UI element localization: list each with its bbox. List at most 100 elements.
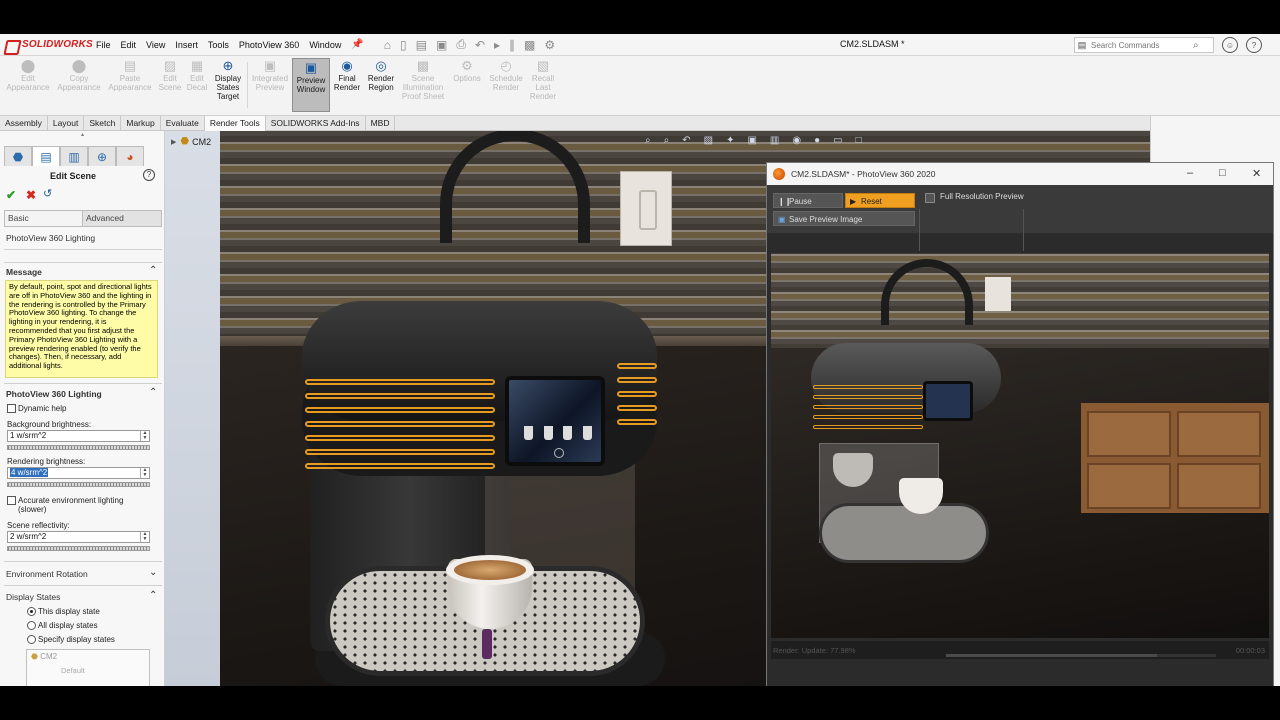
view-settings-icon[interactable]: □ <box>856 135 862 146</box>
help-icon[interactable]: ? <box>1246 37 1262 53</box>
apply-scene-icon[interactable]: ▭ <box>833 135 842 146</box>
maximize-icon[interactable]: □ <box>1219 167 1226 179</box>
open-folder-icon[interactable]: ▤ <box>416 38 427 52</box>
chevron-up-icon[interactable]: ⌃ <box>149 265 157 276</box>
panel-collapse-handle[interactable]: ▴ <box>0 131 164 138</box>
tab-basic[interactable]: Basic <box>5 211 83 226</box>
tab-sketch[interactable]: Sketch <box>84 116 122 131</box>
zoom-to-fit-icon[interactable]: ⌕ <box>645 135 651 146</box>
scene-reflectivity-field[interactable]: 2 w/srm^2 ▲ ▼ <box>7 531 150 543</box>
accurate-lighting-checkbox[interactable] <box>7 496 16 505</box>
tab-mbd[interactable]: MBD <box>366 116 396 131</box>
menu-view[interactable]: View <box>146 40 165 50</box>
property-manager-tab-icon[interactable]: ▤ <box>32 146 60 166</box>
options-button[interactable]: ⚙ Options <box>450 59 484 84</box>
edit-appearance-icon[interactable]: ● <box>814 135 820 146</box>
home-icon[interactable]: ⌂ <box>384 38 391 52</box>
tab-solidworks-addins[interactable]: SOLIDWORKS Add-Ins <box>266 116 366 131</box>
display-manager-tab-icon[interactable]: ◕ <box>116 146 144 166</box>
search-commands[interactable]: ▤ ⌕ <box>1074 37 1214 53</box>
specify-display-states-radio[interactable] <box>27 635 36 644</box>
full-resolution-checkbox[interactable] <box>925 193 935 203</box>
menu-edit[interactable]: Edit <box>121 40 137 50</box>
photoview-title-bar[interactable]: CM2.SLDASM* - PhotoView 360 2020 – □ ✕ <box>767 163 1273 185</box>
close-icon[interactable]: ✕ <box>1252 167 1261 180</box>
dynamic-help-checkbox[interactable] <box>7 404 16 413</box>
lighting-header[interactable]: PhotoView 360 Lighting <box>6 389 102 399</box>
chevron-up-icon[interactable]: ⌃ <box>149 387 157 398</box>
tab-render-tools[interactable]: Render Tools <box>204 116 266 131</box>
hide-show-icon[interactable]: ◉ <box>792 135 801 146</box>
save-preview-button[interactable]: ▣ Save Preview Image <box>773 211 915 226</box>
spin-arrows-icon[interactable]: ▲ ▼ <box>140 431 149 441</box>
dynamic-annotation-icon[interactable]: ✦ <box>726 135 734 146</box>
user-icon[interactable]: ☺ <box>1222 37 1238 53</box>
edit-decal-button[interactable]: ▦ Edit Decal <box>186 59 208 93</box>
feature-manager-tab-icon[interactable]: ⬣ <box>4 146 32 166</box>
expand-arrow-icon[interactable]: ▶ <box>171 138 176 146</box>
menu-file[interactable]: File <box>96 40 111 50</box>
tab-assembly[interactable]: Assembly <box>0 116 48 131</box>
select-arrow-icon[interactable]: ▸ <box>494 38 500 52</box>
view-orientation-icon[interactable]: ▣ <box>747 135 756 146</box>
schedule-render-button[interactable]: ◴ Schedule Render <box>488 59 524 93</box>
tree-root-item[interactable]: ▶ ⬣ CM2 <box>171 136 211 147</box>
rendering-brightness-field[interactable]: 4 w/srm^2 ▲ ▼ <box>7 467 150 479</box>
menu-tools[interactable]: Tools <box>208 40 229 50</box>
paste-appearance-button[interactable]: ▤ Paste Appearance <box>107 59 153 93</box>
print-icon[interactable]: ⎙ <box>456 37 466 52</box>
copy-appearance-button[interactable]: ⬤ Copy Appearance <box>56 59 102 93</box>
new-document-icon[interactable]: ▯ <box>400 38 407 52</box>
save-icon[interactable]: ▣ <box>436 38 447 52</box>
solidworks-logo[interactable]: SOLIDWORKS <box>4 38 96 52</box>
pause-button[interactable]: ❙❙ Pause <box>773 193 843 208</box>
final-render-button[interactable]: ◉ Final Render <box>333 59 361 93</box>
section-view-icon[interactable]: ▧ <box>704 135 713 146</box>
render-region-button[interactable]: ◎ Render Region <box>365 59 397 93</box>
tab-evaluate[interactable]: Evaluate <box>161 116 205 131</box>
options-gear-icon[interactable]: ⚙ <box>544 38 555 52</box>
scene-illumination-button[interactable]: ▩ Scene Illumination Proof Sheet <box>400 59 446 102</box>
background-brightness-field[interactable]: 1 w/srm^2 ▲ ▼ <box>7 430 150 442</box>
menu-photoview[interactable]: PhotoView 360 <box>239 40 299 50</box>
recall-last-render-button[interactable]: ▧ Recall Last Render <box>528 59 558 102</box>
configuration-manager-tab-icon[interactable]: ▥ <box>60 146 88 166</box>
search-icon[interactable]: ⌕ <box>1193 40 1199 51</box>
scene-reflectivity-slider[interactable] <box>7 546 150 551</box>
undo-icon[interactable]: ↺ <box>43 187 52 200</box>
chevron-up-icon[interactable]: ⌃ <box>149 590 157 601</box>
spin-arrows-icon[interactable]: ▲ ▼ <box>140 532 149 542</box>
zoom-area-icon[interactable]: ⌕ <box>664 135 670 146</box>
dimxpert-tab-icon[interactable]: ⊕ <box>88 146 116 166</box>
minimize-icon[interactable]: – <box>1187 167 1193 179</box>
menu-window[interactable]: Window <box>309 40 341 50</box>
search-input[interactable] <box>1089 39 1193 51</box>
this-display-state-radio[interactable] <box>27 607 36 616</box>
previous-view-icon[interactable]: ↶ <box>682 135 690 146</box>
display-style-icon[interactable]: ▥ <box>770 135 779 146</box>
render-preview[interactable] <box>771 253 1269 638</box>
spin-arrows-icon[interactable]: ▲ ▼ <box>140 468 149 478</box>
undo-icon[interactable]: ↶ <box>475 38 485 52</box>
preview-window-button[interactable]: ▣ Preview Window <box>292 58 330 112</box>
display-states-target-button[interactable]: ⊕ Display States Target <box>212 59 244 102</box>
menu-insert[interactable]: Insert <box>175 40 198 50</box>
list-item-child[interactable]: Default <box>61 666 85 675</box>
display-states-header[interactable]: Display States <box>6 592 60 602</box>
all-display-states-radio[interactable] <box>27 621 36 630</box>
edit-scene-button[interactable]: ▨ Edit Scene <box>157 59 183 93</box>
message-header[interactable]: Message <box>6 267 42 277</box>
tab-markup[interactable]: Markup <box>121 116 161 131</box>
list-item[interactable]: ⬣ CM2 <box>31 652 57 661</box>
integrated-preview-button[interactable]: ▣ Integrated Preview <box>250 59 290 93</box>
ok-checkmark-icon[interactable]: ✔ <box>6 188 16 202</box>
environment-rotation-header[interactable]: Environment Rotation <box>6 569 88 579</box>
tab-layout[interactable]: Layout <box>48 116 85 131</box>
rebuild-icon[interactable]: ▩ <box>524 38 535 52</box>
chevron-down-icon[interactable]: ⌄ <box>149 567 157 578</box>
rendering-brightness-slider[interactable] <box>7 482 150 487</box>
edit-appearance-button[interactable]: ⬤ Edit Appearance <box>6 59 50 93</box>
paperclip-icon[interactable]: ∥ <box>509 38 515 52</box>
cancel-x-icon[interactable]: ✖ <box>26 188 36 202</box>
display-state-list[interactable]: ⬣ CM2 Default <box>26 649 150 686</box>
